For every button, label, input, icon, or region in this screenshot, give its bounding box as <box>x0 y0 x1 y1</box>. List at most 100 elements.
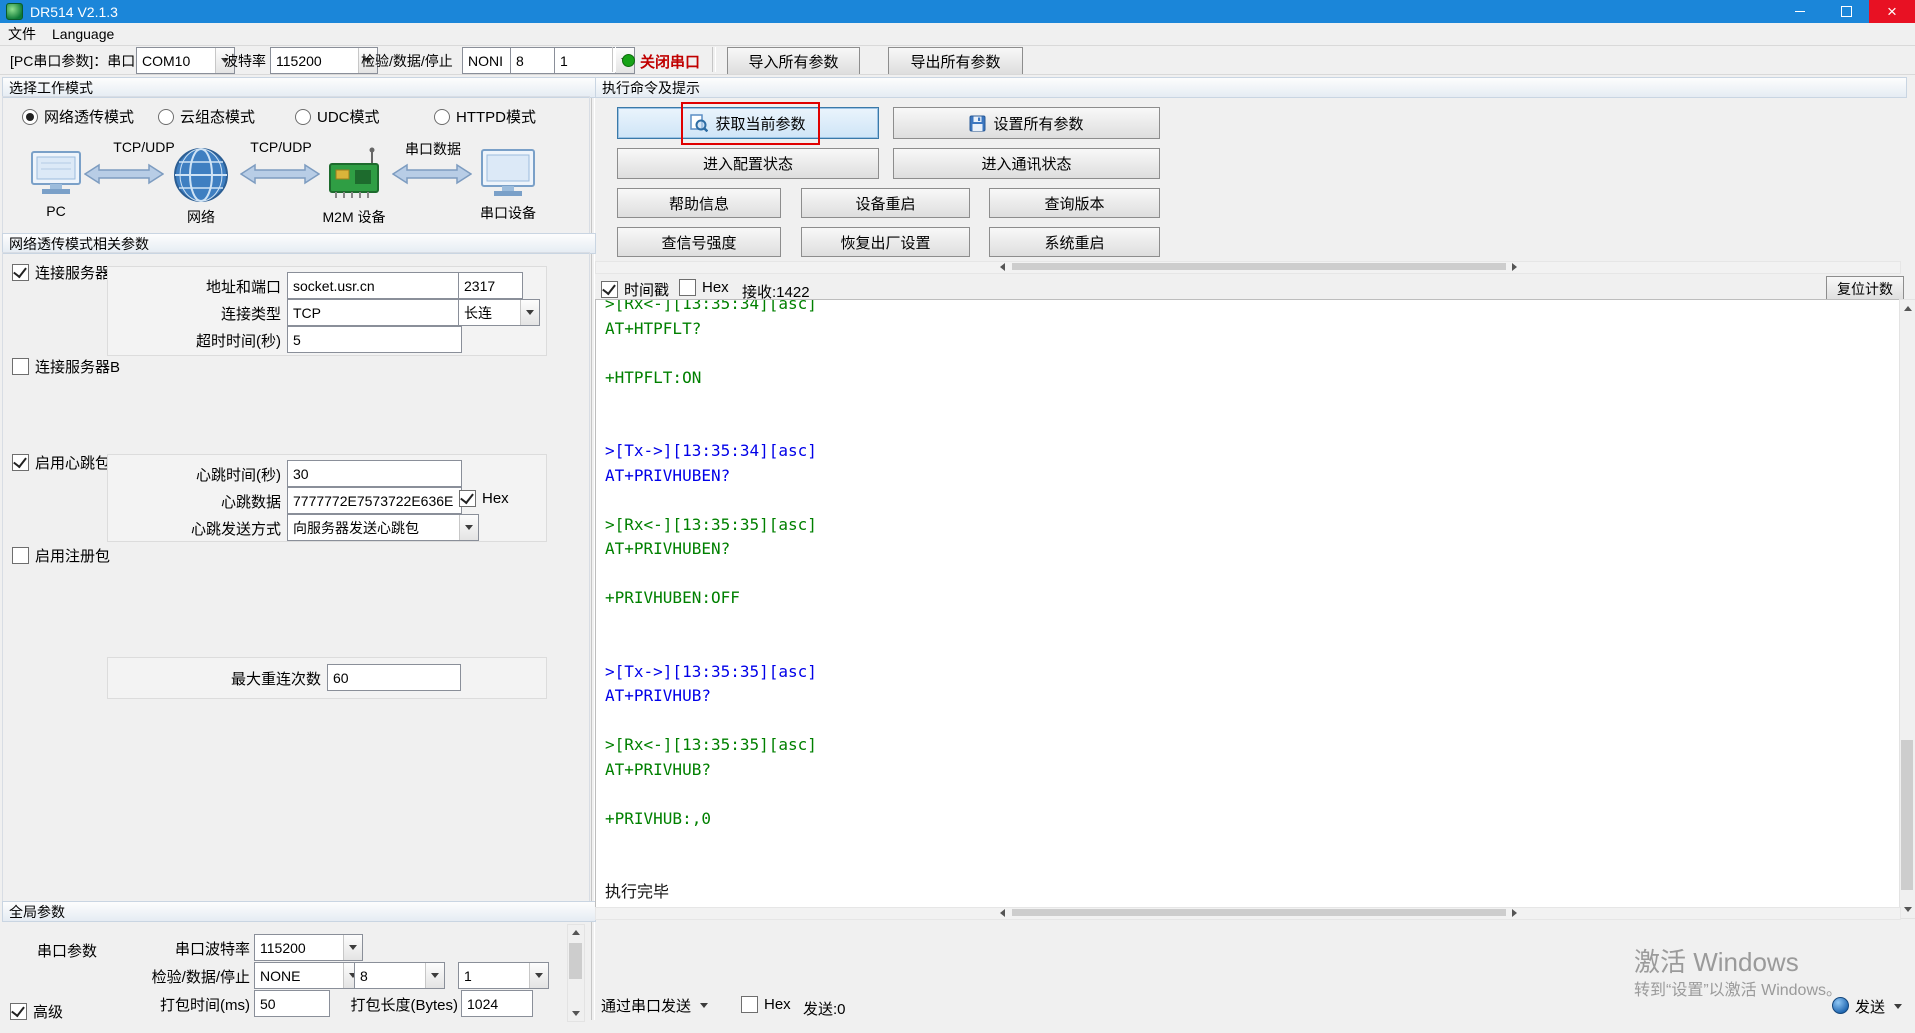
link3-label: 串口数据 <box>405 141 461 157</box>
timeout-input[interactable]: 5 <box>287 326 462 353</box>
import-all-params-button[interactable]: 导入所有参数 <box>727 47 860 75</box>
hb-time-input[interactable]: 30 <box>287 460 462 487</box>
query-signal-button[interactable]: 查信号强度 <box>617 227 781 257</box>
serial-data-arrow-icon <box>392 163 472 185</box>
send-hex-checkbox[interactable]: Hex <box>741 996 791 1013</box>
radio-net-transparent-mode[interactable]: 网络透传模式 <box>22 106 134 127</box>
reconnect-input[interactable]: 60 <box>327 664 461 691</box>
radio-icon <box>158 108 174 125</box>
toolbar-separator <box>712 47 716 72</box>
tcp-udp-arrow-icon <box>240 163 320 185</box>
log-v-scrollbar[interactable] <box>1899 299 1915 919</box>
hb-hex-checkbox[interactable]: Hex <box>459 490 509 507</box>
hb-time-label: 心跳时间(秒) <box>196 467 281 484</box>
hb-mode-select[interactable]: 向服务器发送心跳包 <box>287 514 479 541</box>
g-frame-label: 检验/数据/停止 <box>151 969 250 986</box>
conn-type-select[interactable]: TCP <box>287 299 479 326</box>
hb-data-label: 心跳数据 <box>220 494 281 511</box>
query-version-button[interactable]: 查询版本 <box>989 188 1160 218</box>
g-baud-select[interactable]: 115200 <box>254 934 363 961</box>
checkbox-icon <box>12 264 29 281</box>
server-port-input[interactable]: 2317 <box>458 272 523 299</box>
frame-label: 检验/数据/停止 <box>361 53 453 69</box>
log-line: +PRIVHUB:,0 <box>605 808 711 828</box>
log-line: AT+PRIVHUBEN? <box>605 465 731 485</box>
maximize-icon <box>1840 6 1852 17</box>
log-line: >[Rx<-][13:35:34][asc] <box>605 299 817 313</box>
g-databits-select[interactable]: 8 <box>354 962 445 989</box>
set-all-params-button[interactable]: 设置所有参数 <box>893 107 1160 139</box>
advanced-checkbox[interactable]: 高级 <box>10 1001 63 1022</box>
close-button[interactable]: × <box>1869 0 1915 23</box>
radio-icon <box>22 108 38 125</box>
pc-label: PC <box>46 203 66 219</box>
chevron-down-icon[interactable] <box>520 300 539 325</box>
radio-cloud-mode[interactable]: 云组态模式 <box>158 106 255 127</box>
send-via-serial-dropdown[interactable]: 通过串口发送 <box>601 995 709 1016</box>
save-icon <box>969 115 986 131</box>
sent-counter: 发送:0 <box>803 1001 846 1018</box>
close-port-button[interactable]: 关闭串口 <box>640 51 700 72</box>
minimize-button[interactable] <box>1777 0 1823 23</box>
pc-monitor-icon <box>31 151 81 194</box>
menu-file[interactable]: 文件 <box>0 22 44 46</box>
checkbox-icon <box>12 358 29 375</box>
chevron-down-icon[interactable] <box>425 963 444 988</box>
help-info-button[interactable]: 帮助信息 <box>617 188 781 218</box>
get-current-params-button[interactable]: 获取当前参数 <box>617 107 879 139</box>
register-checkbox[interactable]: 启用注册包 <box>12 545 110 566</box>
log-line: >[Rx<-][13:35:35][asc] <box>605 514 817 534</box>
chevron-down-icon[interactable] <box>529 963 548 988</box>
com-port-select[interactable]: COM10 <box>136 47 235 74</box>
keepalive-select[interactable]: 长连 <box>458 299 540 326</box>
pack-time-input[interactable]: 50 <box>254 990 330 1017</box>
g-parity-select[interactable]: NONE <box>254 962 363 989</box>
log-h-scrollbar[interactable] <box>595 907 1901 920</box>
factory-reset-button[interactable]: 恢复出厂设置 <box>801 227 970 257</box>
conn-type-label: 连接类型 <box>220 306 281 323</box>
tcp-udp-arrow-icon <box>84 163 164 185</box>
maximize-button[interactable] <box>1823 0 1869 23</box>
toolbar-separator <box>612 47 616 72</box>
addr-label: 地址和端口 <box>205 279 281 296</box>
activate-windows-watermark-sub: 转到“设置”以激活 Windows。 <box>1634 982 1843 999</box>
pack-len-input[interactable]: 1024 <box>461 990 533 1017</box>
commands-header: 执行命令及提示 <box>595 77 1907 98</box>
link2-label: TCP/UDP <box>250 139 312 155</box>
server-a-checkbox[interactable]: 连接服务器A <box>12 262 120 283</box>
timestamp-checkbox[interactable]: 时间戳 <box>601 279 669 300</box>
chevron-down-icon[interactable] <box>459 515 478 540</box>
enter-comm-button[interactable]: 进入通讯状态 <box>893 148 1160 179</box>
work-mode-header: 选择工作模式 <box>2 77 596 98</box>
log-hex-checkbox[interactable]: Hex <box>679 279 729 296</box>
system-restart-button[interactable]: 系统重启 <box>989 227 1160 257</box>
window-title: DR514 V2.1.3 <box>30 3 118 20</box>
g-stopbits-select[interactable]: 1 <box>458 962 549 989</box>
server-b-checkbox[interactable]: 连接服务器B <box>12 356 120 377</box>
enter-config-button[interactable]: 进入配置状态 <box>617 148 879 179</box>
global-params-scrollbar[interactable] <box>567 924 585 1022</box>
radio-httpd-mode[interactable]: HTTPD模式 <box>434 106 536 127</box>
chevron-down-icon[interactable] <box>343 935 362 960</box>
log-area[interactable]: >[Rx<-][13:35:34][asc] AT+HTPFLT? +HTPFLT… <box>595 299 1901 908</box>
checkbox-icon <box>459 490 476 507</box>
hb-data-input[interactable]: 7777772E7573722E636E <box>287 487 462 514</box>
commands-h-scrollbar[interactable] <box>595 261 1901 274</box>
export-all-params-button[interactable]: 导出所有参数 <box>888 47 1023 75</box>
log-line: >[Tx->][13:35:35][asc] <box>605 661 817 681</box>
checkbox-icon <box>741 996 758 1013</box>
global-params-header: 全局参数 <box>2 901 596 922</box>
device-restart-button[interactable]: 设备重启 <box>801 188 970 218</box>
log-line: AT+PRIVHUBEN? <box>605 539 731 558</box>
heartbeat-checkbox[interactable]: 启用心跳包 <box>12 452 110 473</box>
server-address-input[interactable]: socket.usr.cn <box>287 272 462 299</box>
menu-language[interactable]: Language <box>44 24 122 44</box>
send-button[interactable]: 发送 <box>1855 996 1903 1017</box>
reset-counter-button[interactable]: 复位计数 <box>1826 276 1904 301</box>
radio-udc-mode[interactable]: UDC模式 <box>295 106 380 127</box>
menu-separator <box>0 45 1915 46</box>
